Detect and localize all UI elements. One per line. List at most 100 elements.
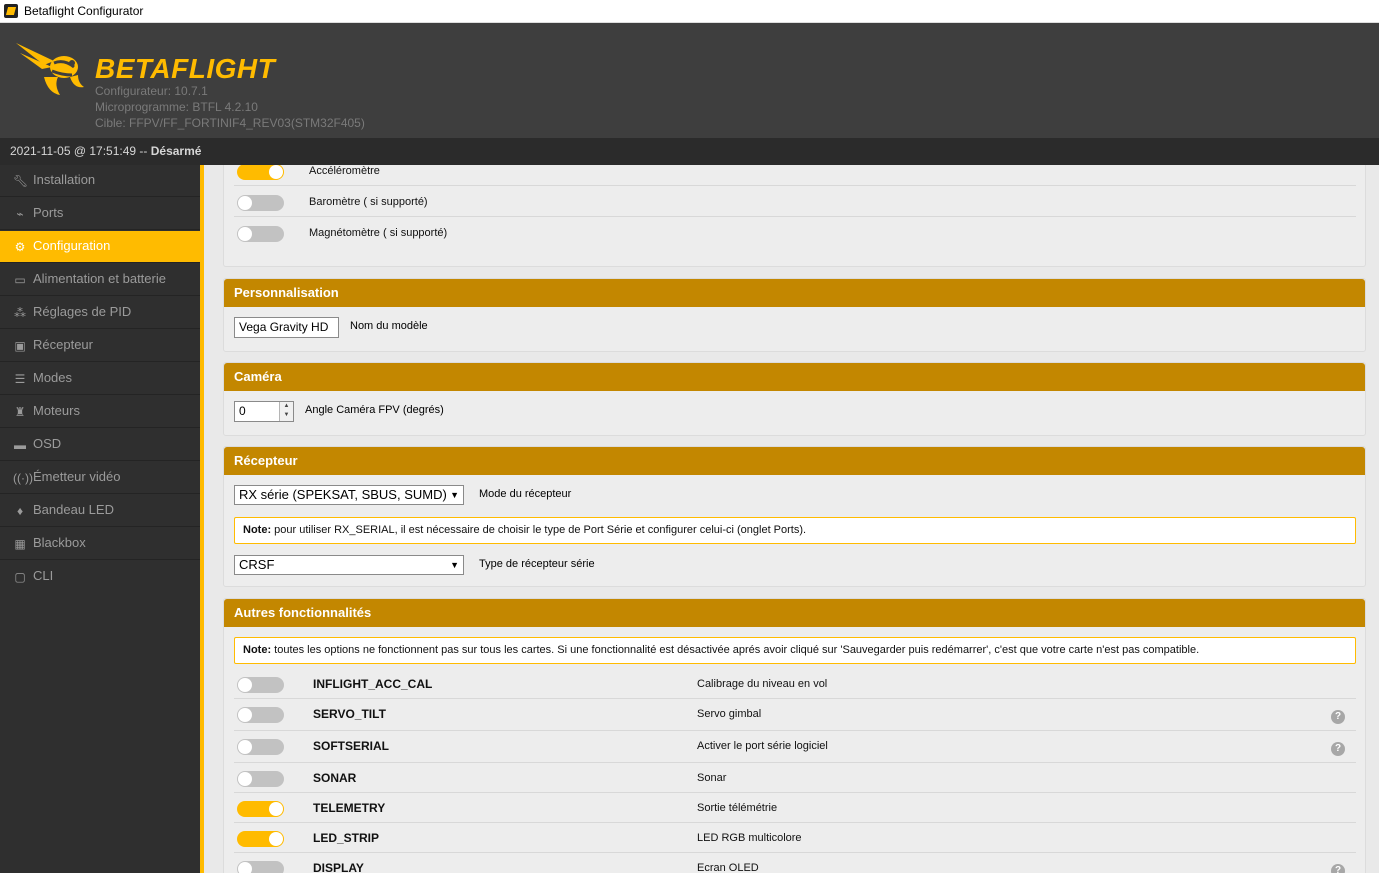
sidebar-item-label: Bandeau LED bbox=[33, 502, 114, 517]
camera-angle-input[interactable]: 0 ▲ ▼ bbox=[234, 401, 294, 422]
sensors-panel: Accéléromètre Baromètre ( si supporté) M… bbox=[223, 165, 1366, 267]
sidebar-item-motors[interactable]: ♜ Moteurs bbox=[0, 396, 200, 428]
accelerometer-toggle[interactable] bbox=[237, 165, 284, 180]
sensor-row-magnetometer: Magnétomètre ( si supporté) bbox=[234, 218, 1356, 248]
sensor-label: Baromètre ( si supporté) bbox=[309, 196, 428, 208]
feature-name: INFLIGHT_ACC_CAL bbox=[313, 677, 433, 691]
sidebar-item-configuration[interactable]: ⚙ Configuration bbox=[0, 231, 200, 263]
sidebar-item-label: OSD bbox=[33, 436, 62, 451]
model-name-input[interactable]: Vega Gravity HD bbox=[234, 317, 339, 338]
features-panel: Autres fonctionnalités Note: toutes les … bbox=[223, 598, 1366, 873]
magnetometer-toggle[interactable] bbox=[237, 226, 284, 242]
feature-row-softserial: SOFTSERIAL Activer le port série logicie… bbox=[234, 731, 1356, 763]
camera-angle-value: 0 bbox=[239, 404, 246, 418]
feature-row-telemetry: TELEMETRY Sortie télémétrie bbox=[234, 793, 1356, 823]
sonar-toggle[interactable] bbox=[237, 771, 284, 787]
display-toggle[interactable] bbox=[237, 861, 284, 873]
note-prefix: Note: bbox=[243, 644, 272, 656]
sidebar-item-label: Modes bbox=[33, 370, 73, 385]
personalization-panel: Personnalisation Vega Gravity HD Nom du … bbox=[223, 278, 1366, 352]
features-title: Autres fonctionnalités bbox=[224, 599, 1365, 627]
receiver-mode-select[interactable]: RX série (SPEKSAT, SBUS, SUMD) ▼ bbox=[234, 485, 464, 505]
sidebar: 🔧︎ Installation ⌁ Ports ⚙ Configuration ▭ Al… bbox=[0, 165, 200, 873]
sidebar-item-label: Émetteur vidéo bbox=[33, 469, 121, 484]
model-name-label: Nom du modèle bbox=[350, 320, 428, 332]
inflight-acc-cal-toggle[interactable] bbox=[237, 677, 284, 693]
sidebar-item-video-transmitter[interactable]: ((·)) Émetteur vidéo bbox=[0, 462, 200, 494]
wrench-icon: 🔧︎ bbox=[13, 174, 29, 188]
chevron-down-icon: ▼ bbox=[450, 560, 459, 570]
sidebar-item-label: Installation bbox=[33, 172, 96, 187]
softserial-toggle[interactable] bbox=[237, 739, 284, 755]
feature-description: Calibrage du niveau en vol bbox=[697, 678, 828, 690]
feature-description: Sortie télémétrie bbox=[697, 802, 778, 814]
window-title: Betaflight Configurator bbox=[24, 4, 144, 18]
sidebar-item-modes[interactable]: ☰ Modes bbox=[0, 363, 200, 395]
servo-tilt-toggle[interactable] bbox=[237, 707, 284, 723]
camera-angle-label: Angle Caméra FPV (degrés) bbox=[305, 404, 444, 416]
sidebar-item-label: Configuration bbox=[33, 238, 111, 253]
serial-receiver-select[interactable]: CRSF ▼ bbox=[234, 555, 464, 575]
app-header: BETAFLIGHT Configurateur: 10.7.1 Micropr… bbox=[0, 23, 1379, 138]
sidebar-item-power[interactable]: ▭ Alimentation et batterie bbox=[0, 264, 200, 296]
sidebar-item-installation[interactable]: 🔧︎ Installation bbox=[0, 165, 200, 197]
feature-name: DISPLAY bbox=[313, 861, 364, 873]
sensor-label: Magnétomètre ( si supporté) bbox=[309, 227, 448, 239]
sidebar-item-ports[interactable]: ⌁ Ports bbox=[0, 198, 200, 230]
arming-status: Désarmé bbox=[150, 144, 202, 158]
barometer-toggle[interactable] bbox=[237, 195, 284, 211]
camera-angle-spinner[interactable]: ▲ ▼ bbox=[279, 402, 293, 421]
receiver-mode-value: RX série (SPEKSAT, SBUS, SUMD) bbox=[239, 487, 447, 502]
sidebar-item-blackbox[interactable]: ▦ Blackbox bbox=[0, 528, 200, 560]
receiver-title: Récepteur bbox=[224, 447, 1365, 475]
configuration-content[interactable]: Accéléromètre Baromètre ( si supporté) M… bbox=[204, 165, 1379, 873]
sidebar-item-receiver[interactable]: ▣ Récepteur bbox=[0, 330, 200, 362]
sidebar-item-led-strip[interactable]: ♦ Bandeau LED bbox=[0, 495, 200, 527]
target-board: Cible: FFPV/FF_FORTINIF4_REV03(STM32F405… bbox=[95, 116, 365, 130]
camera-title: Caméra bbox=[224, 363, 1365, 391]
motor-icon: ♜ bbox=[14, 405, 26, 419]
feature-row-display: DISPLAY Ecran OLED ? bbox=[234, 853, 1356, 873]
led-strip-toggle[interactable] bbox=[237, 831, 284, 847]
sidebar-item-osd[interactable]: ▬ OSD bbox=[0, 429, 200, 461]
sidebar-item-label: Moteurs bbox=[33, 403, 80, 418]
personalization-title: Personnalisation bbox=[224, 279, 1365, 307]
help-icon[interactable]: ? bbox=[1331, 742, 1345, 756]
chip-icon: ▦ bbox=[14, 537, 26, 551]
serial-receiver-value: CRSF bbox=[239, 557, 275, 572]
led-icon: ♦ bbox=[16, 504, 24, 518]
terminal-icon: ▢ bbox=[14, 570, 26, 584]
feature-row-servo-tilt: SERVO_TILT Servo gimbal ? bbox=[234, 699, 1356, 731]
sidebar-item-label: Réglages de PID bbox=[33, 304, 132, 319]
spin-up-icon[interactable]: ▲ bbox=[280, 402, 293, 411]
sensor-label: Accéléromètre bbox=[309, 165, 380, 177]
feature-description: Sonar bbox=[697, 772, 727, 784]
modes-icon: ☰ bbox=[14, 372, 26, 386]
receiver-icon: ▣ bbox=[14, 339, 26, 353]
sidebar-item-pid[interactable]: ⁂ Réglages de PID bbox=[0, 297, 200, 329]
status-bar: 2021-11-05 @ 17:51:49 -- Désarmé bbox=[0, 138, 1379, 165]
osd-icon: ▬ bbox=[14, 438, 26, 452]
configurator-version: Configurateur: 10.7.1 bbox=[95, 84, 208, 98]
help-icon[interactable]: ? bbox=[1331, 710, 1345, 724]
feature-description: LED RGB multicolore bbox=[697, 832, 802, 844]
feature-row-led-strip: LED_STRIP LED RGB multicolore bbox=[234, 823, 1356, 853]
sidebar-item-cli[interactable]: ▢ CLI bbox=[0, 561, 200, 593]
firmware-version: Microprogramme: BTFL 4.2.10 bbox=[95, 100, 258, 114]
antenna-icon: ((·)) bbox=[13, 471, 33, 485]
feature-description: Servo gimbal bbox=[697, 708, 762, 720]
feature-description: Ecran OLED bbox=[697, 862, 759, 873]
telemetry-toggle[interactable] bbox=[237, 801, 284, 817]
receiver-mode-label: Mode du récepteur bbox=[479, 488, 572, 500]
note-text: toutes les options ne fonctionnent pas s… bbox=[271, 644, 1200, 656]
spin-down-icon[interactable]: ▼ bbox=[280, 411, 293, 420]
feature-name: SONAR bbox=[313, 771, 357, 785]
feature-name: TELEMETRY bbox=[313, 801, 386, 815]
features-note: Note: toutes les options ne fonctionnent… bbox=[234, 637, 1356, 664]
serial-receiver-label: Type de récepteur série bbox=[479, 558, 595, 570]
bee-logo-icon bbox=[16, 43, 84, 95]
receiver-panel: Récepteur RX série (SPEKSAT, SBUS, SUMD)… bbox=[223, 446, 1366, 587]
help-icon[interactable]: ? bbox=[1331, 864, 1345, 873]
app-icon bbox=[4, 4, 18, 18]
feature-name: SOFTSERIAL bbox=[313, 739, 390, 753]
